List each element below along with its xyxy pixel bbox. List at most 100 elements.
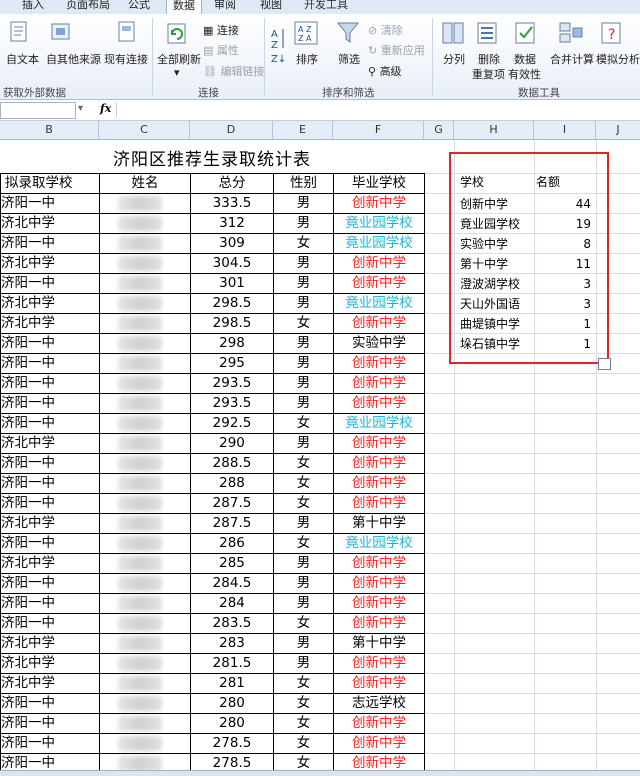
cell-score[interactable]: 312: [190, 213, 274, 234]
tab-page-layout[interactable]: 页面布局: [66, 0, 110, 14]
cell-score[interactable]: 293.5: [190, 373, 274, 394]
column-header-i[interactable]: I: [534, 121, 596, 139]
cell-school[interactable]: 济北中学: [0, 433, 100, 454]
cell-name[interactable]: [99, 233, 191, 254]
cell-gender[interactable]: 女: [273, 673, 334, 694]
cell-name[interactable]: [99, 713, 191, 734]
remove-duplicates-button-line2[interactable]: 重复项: [472, 66, 505, 82]
edit-links-button[interactable]: ⛓ 编辑链接: [203, 63, 264, 79]
cell-name[interactable]: [99, 253, 191, 274]
cell-grad-school[interactable]: 创新中学: [333, 473, 425, 494]
cell-gender[interactable]: 男: [273, 193, 334, 214]
properties-button[interactable]: ▤ 属性: [203, 42, 239, 58]
cell-score[interactable]: 287.5: [190, 493, 274, 514]
paste-options-icon[interactable]: [598, 358, 611, 370]
cell-gender[interactable]: 女: [273, 233, 334, 254]
cell-gender[interactable]: 女: [273, 693, 334, 714]
cell-gender[interactable]: 女: [273, 753, 334, 770]
tab-review[interactable]: 审阅: [214, 0, 236, 14]
tab-formulas[interactable]: 公式: [128, 0, 150, 14]
cell-grad-school[interactable]: 竟业园学校: [333, 533, 425, 554]
cell-gender[interactable]: 男: [273, 333, 334, 354]
cell-school[interactable]: 济阳一中: [0, 373, 100, 394]
column-header-f[interactable]: F: [333, 121, 424, 139]
data-validation-button-line1[interactable]: 数据: [514, 51, 536, 67]
cell-grad-school[interactable]: 创新中学: [333, 573, 425, 594]
cell-grad-school[interactable]: 创新中学: [333, 273, 425, 294]
consolidate-button[interactable]: 合并计算: [550, 51, 594, 67]
cell-school[interactable]: 济阳一中: [0, 193, 100, 214]
cell-grad-school[interactable]: 创新中学: [333, 613, 425, 634]
cell-school[interactable]: 济北中学: [0, 253, 100, 274]
tab-data[interactable]: 数据: [166, 0, 202, 14]
summary-count[interactable]: 1: [583, 314, 591, 334]
cell-name[interactable]: [99, 413, 191, 434]
cell-gender[interactable]: 男: [273, 633, 334, 654]
column-header-d[interactable]: D: [190, 121, 273, 139]
cell-name[interactable]: [99, 753, 191, 770]
cell-gender[interactable]: 女: [273, 413, 334, 434]
cell-score[interactable]: 283: [190, 633, 274, 654]
filter-button[interactable]: 筛选: [338, 51, 360, 67]
cell-name[interactable]: [99, 433, 191, 454]
cell-gender[interactable]: 女: [273, 473, 334, 494]
cell-name[interactable]: [99, 573, 191, 594]
summary-school[interactable]: 第十中学: [460, 254, 508, 274]
cell-grad-school[interactable]: 创新中学: [333, 433, 425, 454]
cell-grad-school[interactable]: 创新中学: [333, 713, 425, 734]
column-header-c[interactable]: C: [99, 121, 190, 139]
remove-duplicates-button-line1[interactable]: 删除: [478, 51, 500, 67]
cell-school[interactable]: 济阳一中: [0, 713, 100, 734]
cell-name[interactable]: [99, 733, 191, 754]
cell-grad-school[interactable]: 志远学校: [333, 693, 425, 714]
cell-school[interactable]: 济阳一中: [0, 473, 100, 494]
cell-score[interactable]: 286: [190, 533, 274, 554]
cell-score[interactable]: 278.5: [190, 733, 274, 754]
reapply-button[interactable]: ↻ 重新应用: [368, 42, 425, 58]
cell-grad-school[interactable]: 创新中学: [333, 193, 425, 214]
fx-icon[interactable]: fx: [100, 102, 111, 115]
cell-gender[interactable]: 男: [273, 393, 334, 414]
cell-score[interactable]: 298: [190, 333, 274, 354]
tab-developer[interactable]: 开发工具: [304, 0, 348, 14]
cell-name[interactable]: [99, 313, 191, 334]
cell-school[interactable]: 济北中学: [0, 553, 100, 574]
cell-score[interactable]: 295: [190, 353, 274, 374]
cell-name[interactable]: [99, 493, 191, 514]
cell-score[interactable]: 290: [190, 433, 274, 454]
cell-school[interactable]: 济阳一中: [0, 753, 100, 770]
text-to-columns-button[interactable]: 分列: [443, 51, 465, 67]
cell-school[interactable]: 济北中学: [0, 293, 100, 314]
refresh-all-button[interactable]: 全部刷新: [157, 51, 201, 67]
cell-score[interactable]: 288: [190, 473, 274, 494]
summary-count[interactable]: 11: [576, 254, 591, 274]
cell-gender[interactable]: 男: [273, 513, 334, 534]
summary-count[interactable]: 19: [576, 214, 591, 234]
sheet-title[interactable]: 济阳区推荐生录取统计表: [0, 145, 424, 170]
cell-grad-school[interactable]: 创新中学: [333, 553, 425, 574]
cell-grad-school[interactable]: 竟业园学校: [333, 213, 425, 234]
cell-school[interactable]: 济阳一中: [0, 593, 100, 614]
connections-button[interactable]: ▦ 连接: [203, 22, 239, 38]
cell-name[interactable]: [99, 633, 191, 654]
what-if-button[interactable]: 模拟分析: [596, 51, 640, 67]
column-header-e[interactable]: E: [273, 121, 333, 139]
cell-gender[interactable]: 女: [273, 533, 334, 554]
data-validation-button-line2[interactable]: 有效性: [508, 66, 541, 82]
cell-score[interactable]: 333.5: [190, 193, 274, 214]
cell-school[interactable]: 济北中学: [0, 653, 100, 674]
cell-school[interactable]: 济阳一中: [0, 273, 100, 294]
cell-school[interactable]: 济阳一中: [0, 333, 100, 354]
clear-filter-button[interactable]: ⊘ 清除: [368, 22, 403, 38]
column-header-g[interactable]: G: [424, 121, 454, 139]
cell-score[interactable]: 304.5: [190, 253, 274, 274]
cell-grad-school[interactable]: 竟业园学校: [333, 293, 425, 314]
cell-score[interactable]: 283.5: [190, 613, 274, 634]
from-text-button[interactable]: 自文本: [6, 51, 39, 67]
cell-grad-school[interactable]: 创新中学: [333, 673, 425, 694]
sort-az-icon[interactable]: AZ Z↓: [270, 26, 288, 66]
cell-school[interactable]: 济阳一中: [0, 613, 100, 634]
cell-grad-school[interactable]: 创新中学: [333, 653, 425, 674]
cell-score[interactable]: 293.5: [190, 393, 274, 414]
sort-button[interactable]: 排序: [296, 51, 318, 67]
